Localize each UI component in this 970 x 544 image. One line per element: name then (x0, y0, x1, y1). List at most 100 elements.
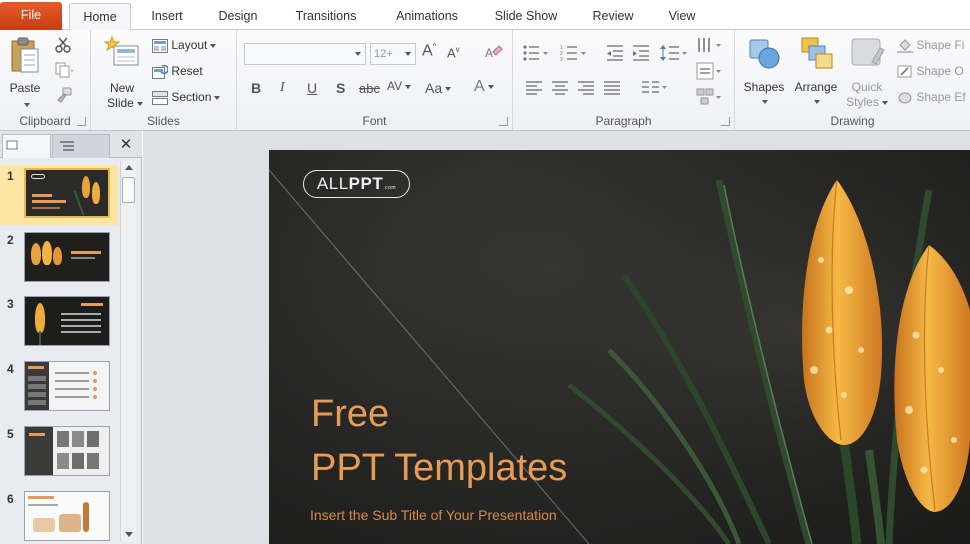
underline-button[interactable]: U (307, 80, 317, 96)
align-center-icon[interactable] (551, 80, 569, 96)
scrollbar-thumb[interactable] (122, 177, 135, 203)
bold-button[interactable]: B (251, 80, 261, 96)
slide-thumbnail-row[interactable]: 3 (0, 293, 118, 353)
svg-text:3: 3 (560, 57, 563, 62)
paragraph-launcher-icon[interactable] (721, 117, 730, 126)
copy-icon[interactable] (55, 62, 75, 78)
character-spacing-button[interactable]: AV (387, 79, 412, 93)
italic-button[interactable]: I (280, 80, 285, 96)
align-left-icon[interactable] (525, 80, 543, 96)
bullets-icon[interactable] (522, 44, 550, 62)
allppt-logo: ALLPPT.com (303, 170, 410, 198)
thumbnail-scrollbar[interactable] (120, 161, 136, 541)
shape-outline-button[interactable]: Shape O (897, 61, 964, 81)
slides-group-label: Slides (147, 114, 180, 128)
quick-styles-label-2: Styles (846, 95, 879, 109)
drawing-group: Shapes Arrange Quick Styles Shape Fi Sha… (735, 30, 970, 130)
change-case-dropdown-icon (445, 87, 452, 92)
font-name-combobox[interactable] (244, 43, 366, 65)
slide-number: 5 (7, 427, 14, 441)
slide-thumbnail-row[interactable]: 5 (0, 423, 118, 483)
slide-number: 3 (7, 297, 14, 311)
reset-button[interactable]: Reset (152, 61, 203, 81)
change-case-label: Aa (425, 80, 443, 96)
slide-thumbnail[interactable] (24, 296, 110, 346)
shapes-dropdown-icon (762, 99, 768, 104)
new-slide-button[interactable]: New Slide (99, 34, 145, 114)
font-color-label: A (474, 78, 485, 95)
slide-title-line1[interactable]: Free (311, 394, 389, 434)
close-pane-icon[interactable]: ✕ (118, 137, 134, 153)
layout-button[interactable]: Layout (152, 35, 217, 55)
slide-subtitle[interactable]: Insert the Sub Title of Your Presentatio… (310, 507, 557, 523)
slide-thumbnail-row[interactable]: 1 (0, 165, 118, 225)
clear-formatting-icon[interactable]: A (483, 43, 503, 63)
increase-indent-icon[interactable] (631, 44, 651, 62)
paste-button[interactable]: Paste (4, 34, 46, 114)
columns-icon[interactable] (641, 80, 669, 96)
slide-thumbnail-row[interactable]: 2 (0, 229, 118, 289)
shrink-font-button[interactable]: Av (447, 45, 460, 60)
tab-animations[interactable]: Animations (384, 3, 470, 30)
arrange-button[interactable]: Arrange (790, 34, 842, 114)
reset-icon (152, 64, 169, 79)
section-button[interactable]: Section (152, 87, 221, 107)
text-direction-icon[interactable] (696, 36, 724, 54)
tab-slide-show[interactable]: Slide Show (483, 3, 569, 30)
tab-design[interactable]: Design (208, 3, 268, 30)
drawing-group-label: Drawing (830, 114, 875, 128)
smartart-icon[interactable] (696, 88, 724, 106)
font-launcher-icon[interactable] (499, 117, 508, 126)
section-dropdown-icon (214, 95, 221, 100)
shape-fill-button[interactable]: Shape Fi (897, 35, 964, 55)
slide-thumbnail[interactable] (24, 491, 110, 541)
align-right-icon[interactable] (577, 80, 595, 96)
slide-thumbnail[interactable] (24, 168, 110, 218)
clipboard-launcher-icon[interactable] (77, 117, 86, 126)
tab-file[interactable]: File (0, 2, 62, 30)
quick-styles-button[interactable]: Quick Styles (843, 34, 891, 114)
slide-thumbnail-row[interactable]: 6 (0, 488, 118, 544)
slide-thumbnail[interactable] (24, 232, 110, 282)
current-slide[interactable]: ALLPPT.com Free PPT Templates Insert the… (269, 150, 970, 544)
justify-icon[interactable] (603, 80, 621, 96)
new-slide-dropdown-icon (136, 101, 143, 106)
arrange-icon (801, 37, 833, 69)
new-slide-label-2: Slide (107, 96, 134, 110)
tab-review[interactable]: Review (583, 3, 643, 30)
align-text-icon[interactable] (696, 62, 724, 80)
tab-view[interactable]: View (658, 3, 706, 30)
tab-home[interactable]: Home (69, 3, 131, 31)
reset-label: Reset (171, 64, 203, 78)
tab-transitions[interactable]: Transitions (281, 3, 371, 30)
clipboard-group: Paste Clipboard (0, 30, 91, 130)
pane-tabs: ✕ (0, 131, 142, 158)
quick-styles-icon (851, 38, 885, 66)
strikethrough-button[interactable]: abc (359, 81, 380, 96)
slide-thumbnail[interactable] (24, 426, 110, 476)
scroll-up-icon[interactable] (125, 165, 133, 170)
change-case-button[interactable]: Aa (425, 80, 452, 96)
shapes-button[interactable]: Shapes (740, 34, 788, 114)
font-name-dropdown-icon (355, 52, 361, 56)
format-painter-icon[interactable] (55, 87, 73, 105)
font-size-value: 12+ (374, 48, 393, 60)
decrease-indent-icon[interactable] (605, 44, 625, 62)
shape-fill-icon (897, 39, 913, 53)
slide-thumbnail[interactable] (24, 361, 110, 411)
shape-effects-button[interactable]: Shape Ef (897, 87, 966, 107)
font-color-button[interactable]: A (474, 78, 494, 96)
cut-icon[interactable] (55, 37, 71, 53)
grow-font-button[interactable]: A^ (422, 42, 436, 60)
font-size-combobox[interactable]: 12+ (370, 43, 416, 65)
scroll-down-icon[interactable] (125, 532, 133, 537)
paste-dropdown-icon (24, 102, 30, 107)
slides-tab[interactable] (2, 134, 51, 158)
slide-title-line2[interactable]: PPT Templates (311, 448, 567, 488)
slide-thumbnail-row[interactable]: 4 (0, 358, 118, 418)
outline-tab[interactable] (52, 134, 110, 158)
numbering-icon[interactable]: 1 2 3 (560, 44, 588, 62)
text-shadow-button[interactable]: S (336, 80, 345, 96)
tab-insert[interactable]: Insert (140, 3, 194, 30)
line-spacing-icon[interactable] (660, 44, 688, 62)
